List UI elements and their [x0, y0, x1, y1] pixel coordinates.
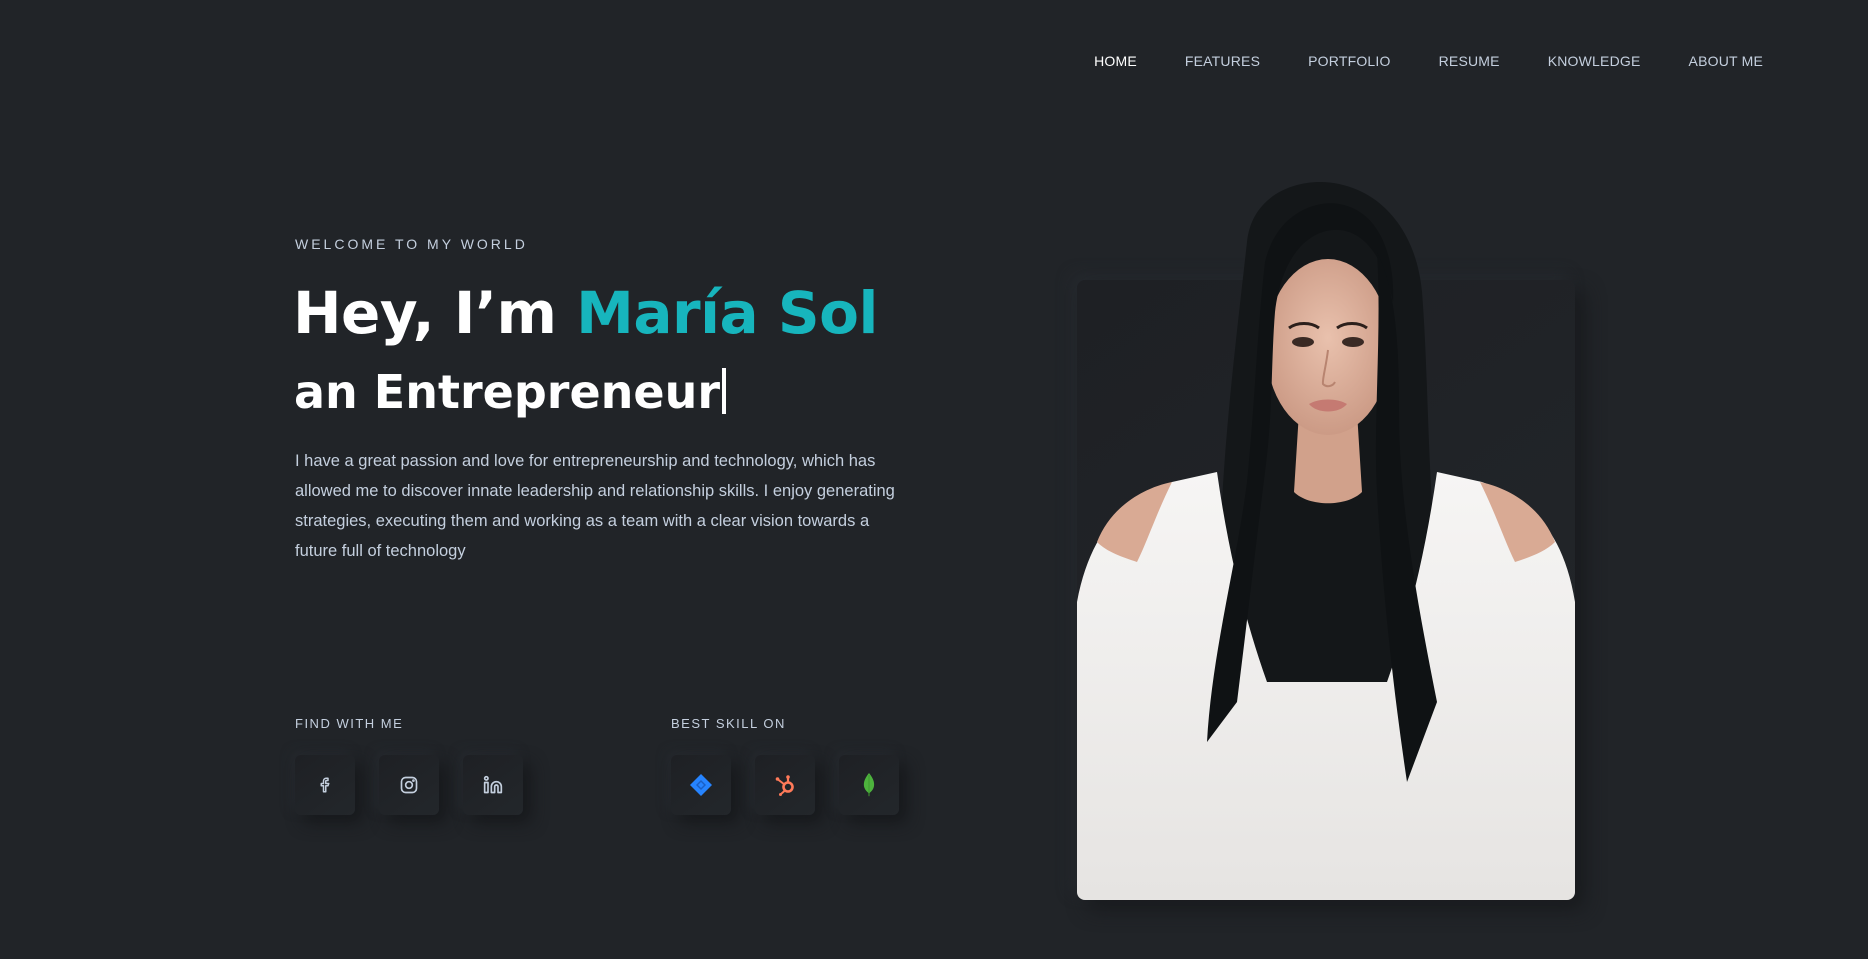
instagram-link[interactable]	[379, 755, 439, 815]
facebook-icon	[320, 777, 330, 793]
hero-role-line: an Entrepreneur	[294, 362, 727, 422]
hubspot-icon	[775, 775, 794, 796]
jira-icon	[690, 774, 712, 796]
hero-role: an Entrepreneur	[294, 365, 721, 419]
portrait-illustration	[1077, 182, 1575, 900]
nav-portfolio[interactable]: PORTFOLIO	[1308, 53, 1390, 69]
portrait-photo	[1077, 182, 1575, 900]
typing-cursor	[722, 368, 727, 414]
skill-icons	[671, 755, 899, 815]
hero-greeting: Hey, I’m	[293, 279, 577, 347]
best-skill-on-title: BEST SKILL ON	[671, 716, 786, 731]
facebook-link[interactable]	[295, 755, 355, 815]
hero-name: María Sol	[576, 279, 878, 347]
nav-about-me[interactable]: ABOUT ME	[1689, 53, 1763, 69]
main-nav: HOME FEATURES PORTFOLIO RESUME KNOWLEDGE…	[1046, 53, 1763, 69]
hero-description: I have a great passion and love for entr…	[295, 452, 895, 560]
social-links	[295, 755, 523, 815]
mongodb-skill	[839, 755, 899, 815]
hubspot-skill	[755, 755, 815, 815]
mongodb-icon	[863, 773, 875, 797]
nav-features[interactable]: FEATURES	[1185, 53, 1260, 69]
jira-skill	[671, 755, 731, 815]
hero-eyebrow: WELCOME TO MY WORLD	[295, 236, 528, 252]
linkedin-icon	[483, 775, 503, 794]
hero-headline: Hey, I’m María Sol	[293, 278, 878, 348]
page: HOME FEATURES PORTFOLIO RESUME KNOWLEDGE…	[0, 0, 1868, 959]
find-with-me-title: FIND WITH ME	[295, 716, 404, 731]
instagram-icon	[400, 776, 418, 794]
linkedin-link[interactable]	[463, 755, 523, 815]
nav-resume[interactable]: RESUME	[1439, 53, 1500, 69]
nav-home[interactable]: HOME	[1094, 53, 1137, 69]
nav-knowledge[interactable]: KNOWLEDGE	[1548, 53, 1641, 69]
